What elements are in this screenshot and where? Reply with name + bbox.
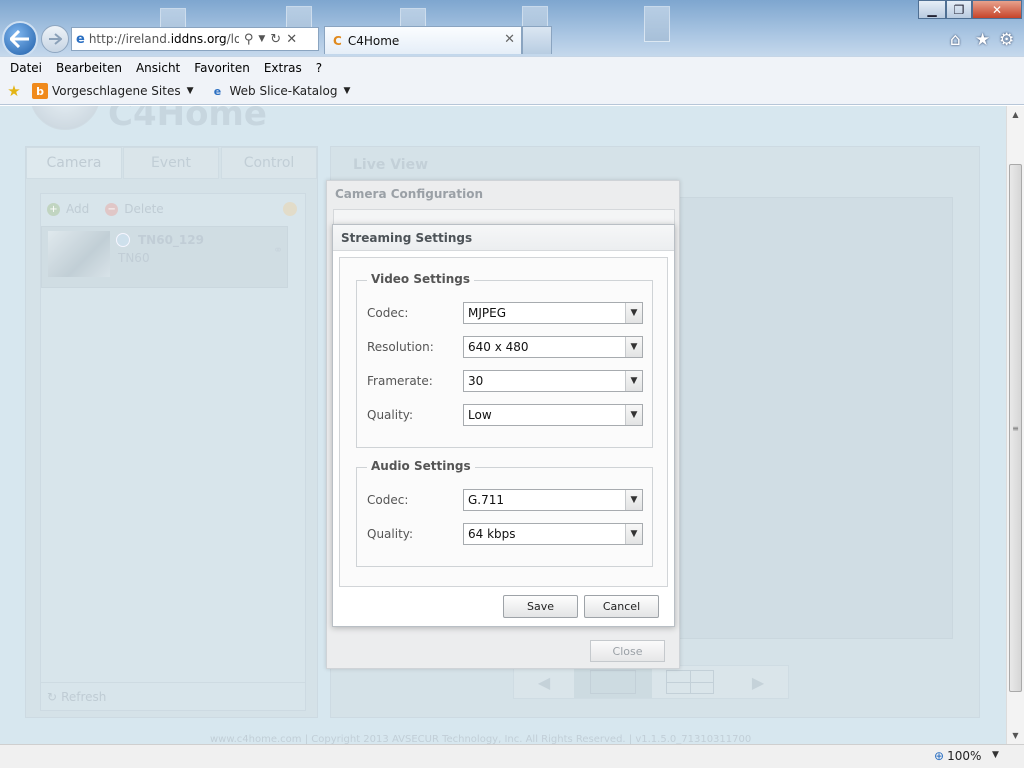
web-slice-label: Web Slice-Katalog xyxy=(229,84,338,98)
browser-title-bar: e http://ireland.iddns.org/login ⚲ ▼ ↻ ✕… xyxy=(0,0,1024,56)
video-quality-value: Low xyxy=(468,408,492,422)
back-button[interactable] xyxy=(2,21,38,56)
audio-quality-value: 64 kbps xyxy=(468,527,516,541)
gear-icon[interactable]: ⚙ xyxy=(999,30,1014,50)
search-icon[interactable]: ⚲ xyxy=(244,32,254,47)
browser-tab[interactable]: C C4Home ✕ xyxy=(324,26,522,54)
vertical-scrollbar[interactable]: ▲ ≡ ▼ xyxy=(1006,106,1024,744)
video-codec-value: MJPEG xyxy=(468,306,507,320)
framerate-select[interactable]: 30 ▼ xyxy=(463,370,643,392)
video-quality-label: Quality: xyxy=(367,408,414,422)
scrollbar-thumb[interactable]: ≡ xyxy=(1009,164,1022,692)
url-suffix: /login xyxy=(226,32,239,46)
streaming-settings-dialog: Streaming Settings Video Settings Codec:… xyxy=(332,224,675,627)
zoom-icon: ⊕ xyxy=(934,749,945,763)
dropdown-arrow-icon[interactable]: ▼ xyxy=(343,86,350,96)
dropdown-arrow-icon[interactable]: ▼ xyxy=(992,750,999,760)
tab-title: C4Home xyxy=(347,33,400,48)
refresh-icon[interactable]: ↻ xyxy=(270,32,281,47)
chevron-down-icon[interactable]: ▼ xyxy=(625,303,642,323)
audio-settings-group: Audio Settings Codec: G.711 ▼ Quality: 64… xyxy=(356,459,653,567)
new-tab-button[interactable] xyxy=(522,26,552,54)
url-text[interactable]: http://ireland.iddns.org/login xyxy=(89,32,239,46)
dialog-title: Streaming Settings xyxy=(333,225,674,251)
desktop-decor xyxy=(644,6,670,42)
menu-help[interactable]: ? xyxy=(309,61,329,75)
zoom-control[interactable]: ⊕ 100% xyxy=(934,749,981,763)
save-button[interactable]: Save xyxy=(503,595,578,618)
resolution-label: Resolution: xyxy=(367,340,434,354)
video-codec-select[interactable]: MJPEG ▼ xyxy=(463,302,643,324)
cancel-button[interactable]: Cancel xyxy=(584,595,659,618)
chevron-down-icon[interactable]: ▼ xyxy=(625,524,642,544)
audio-codec-row: Codec: G.711 ▼ xyxy=(367,488,652,512)
audio-codec-select[interactable]: G.711 ▼ xyxy=(463,489,643,511)
address-bar[interactable]: e http://ireland.iddns.org/login ⚲ ▼ ↻ ✕ xyxy=(71,27,319,51)
suggested-sites-label: Vorgeschlagene Sites xyxy=(52,84,181,98)
arrow-right-icon xyxy=(49,33,62,45)
video-settings-legend: Video Settings xyxy=(367,272,474,286)
dropdown-arrow-icon[interactable]: ▼ xyxy=(258,34,265,44)
close-button[interactable]: Close xyxy=(590,640,665,662)
arrow-left-icon xyxy=(10,30,29,48)
tab-close-icon[interactable]: ✕ xyxy=(504,32,515,47)
zoom-level: 100% xyxy=(947,749,982,763)
dialog-body: Video Settings Codec: MJPEG ▼ Resolution:… xyxy=(339,257,668,587)
status-bar: ⊕ 100% ▼ xyxy=(0,744,1024,768)
maximize-button[interactable]: ❐ xyxy=(946,0,972,19)
chevron-down-icon[interactable]: ▼ xyxy=(625,371,642,391)
resolution-row: Resolution: 640 x 480 ▼ xyxy=(367,335,652,359)
menu-bar: Datei Bearbeiten Ansicht Favoriten Extra… xyxy=(0,56,1024,78)
framerate-label: Framerate: xyxy=(367,374,433,388)
video-quality-row: Quality: Low ▼ xyxy=(367,403,652,427)
favorites-star-icon[interactable]: ★ xyxy=(6,82,22,100)
menu-bearbeiten[interactable]: Bearbeiten xyxy=(49,61,129,75)
menu-extras[interactable]: Extras xyxy=(257,61,309,75)
menu-datei[interactable]: Datei xyxy=(3,61,49,75)
framerate-value: 30 xyxy=(468,374,484,388)
video-settings-group: Video Settings Codec: MJPEG ▼ Resolution:… xyxy=(356,272,653,448)
url-prefix: http://ireland. xyxy=(88,32,171,46)
c4home-favicon-icon: C xyxy=(333,33,342,48)
web-slice-link[interactable]: e Web Slice-Katalog ▼ xyxy=(210,83,351,99)
video-codec-row: Codec: MJPEG ▼ xyxy=(367,301,652,325)
scroll-up-icon[interactable]: ▲ xyxy=(1007,106,1024,123)
video-quality-select[interactable]: Low ▼ xyxy=(463,404,643,426)
minimize-button[interactable]: ▁ xyxy=(918,0,946,19)
audio-settings-legend: Audio Settings xyxy=(367,459,475,473)
audio-quality-label: Quality: xyxy=(367,527,414,541)
resolution-select[interactable]: 640 x 480 ▼ xyxy=(463,336,643,358)
home-icon[interactable]: ⌂ xyxy=(950,30,961,50)
menu-ansicht[interactable]: Ansicht xyxy=(129,61,187,75)
chevron-down-icon[interactable]: ▼ xyxy=(625,337,642,357)
dialog-title: Camera Configuration xyxy=(335,187,484,201)
menu-favoriten[interactable]: Favoriten xyxy=(187,61,257,75)
video-codec-label: Codec: xyxy=(367,306,409,320)
url-domain: iddns.org xyxy=(170,32,227,46)
dropdown-arrow-icon[interactable]: ▼ xyxy=(187,86,194,96)
audio-codec-value: G.711 xyxy=(468,493,505,507)
suggested-sites-link[interactable]: b Vorgeschlagene Sites ▼ xyxy=(32,83,194,99)
resolution-value: 640 x 480 xyxy=(468,340,529,354)
favorites-bar: ★ b Vorgeschlagene Sites ▼ e Web Slice-K… xyxy=(0,78,1024,105)
framerate-row: Framerate: 30 ▼ xyxy=(367,369,652,393)
chevron-down-icon[interactable]: ▼ xyxy=(625,490,642,510)
forward-button[interactable] xyxy=(41,25,69,53)
chevron-down-icon[interactable]: ▼ xyxy=(625,405,642,425)
suggested-sites-icon: b xyxy=(32,83,48,99)
stop-icon[interactable]: ✕ xyxy=(286,32,297,47)
audio-quality-row: Quality: 64 kbps ▼ xyxy=(367,522,652,546)
close-window-button[interactable]: ✕ xyxy=(972,0,1022,19)
web-slice-icon: e xyxy=(213,84,222,98)
audio-quality-select[interactable]: 64 kbps ▼ xyxy=(463,523,643,545)
scroll-down-icon[interactable]: ▼ xyxy=(1007,727,1024,744)
audio-codec-label: Codec: xyxy=(367,493,409,507)
ie-page-icon: e xyxy=(76,31,85,47)
favorites-star-icon[interactable]: ★ xyxy=(975,30,990,50)
